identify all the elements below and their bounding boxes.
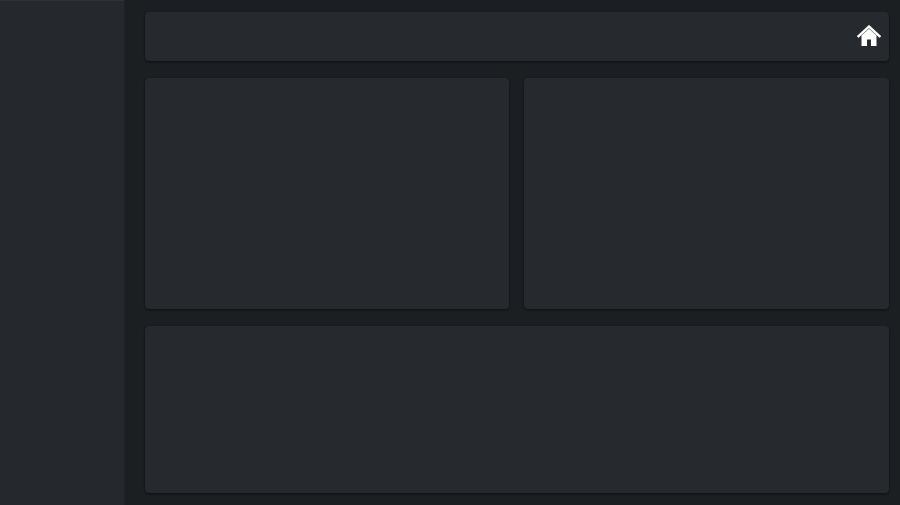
app-root [0, 0, 900, 505]
dashboard-panel-right [524, 78, 889, 309]
home-icon [856, 23, 882, 49]
sidebar-divider [0, 0, 124, 1]
top-bar [145, 12, 889, 61]
sidebar [0, 0, 125, 505]
home-button[interactable] [855, 22, 883, 50]
dashboard-panel-bottom [145, 326, 889, 493]
dashboard-panel-left [145, 78, 509, 309]
